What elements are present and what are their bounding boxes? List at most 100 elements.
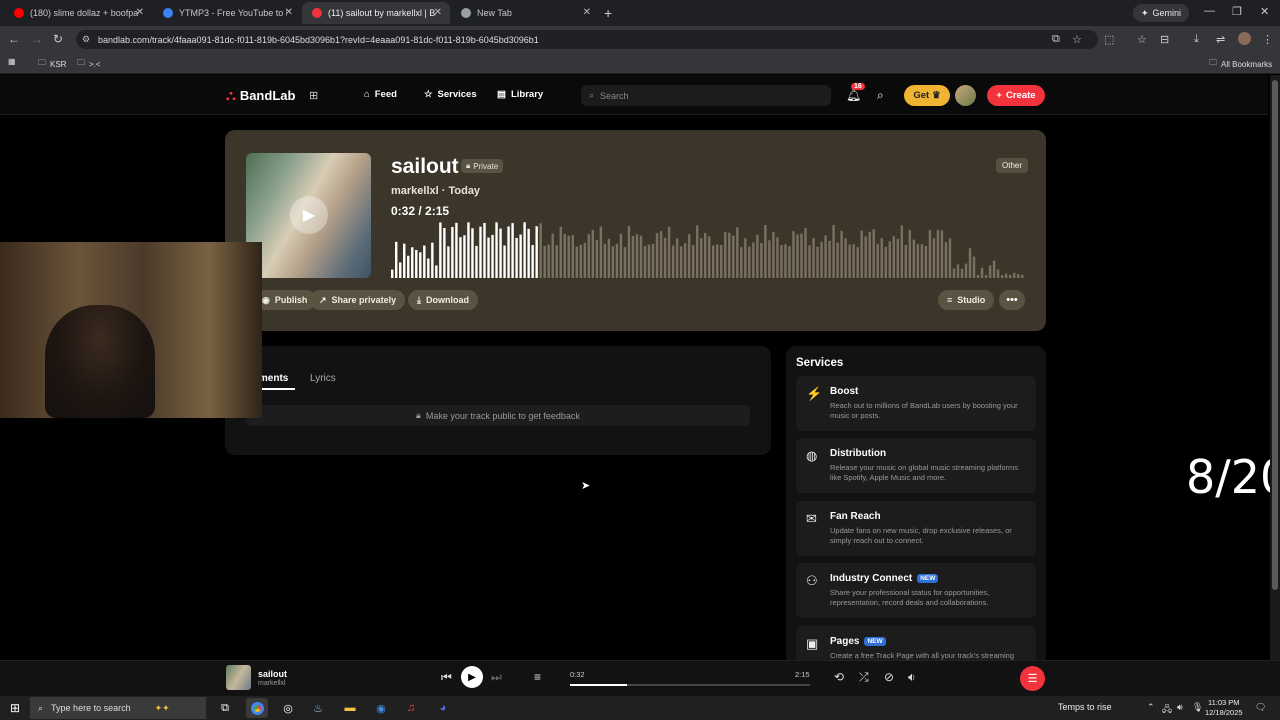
apps-grid-icon[interactable]: ▦ [8, 57, 16, 66]
network-icon[interactable]: 🖧︎ [1162, 702, 1172, 718]
previous-icon[interactable]: ⏮ [441, 670, 452, 685]
player-artist[interactable]: markellxl [258, 680, 286, 687]
microphone-icon[interactable]: 🎙︎ [1192, 702, 1203, 713]
browser-tab-active[interactable]: (11) sailout by markellxl | Band ✕ [302, 2, 450, 24]
user-avatar[interactable] [955, 85, 976, 106]
publish-button[interactable]: ◉ Publish [253, 290, 317, 310]
queue-list-icon[interactable]: ≡ [534, 670, 541, 684]
close-window-icon[interactable]: ✕ [1260, 5, 1269, 18]
notification-bell-icon[interactable]: 🔔︎ [846, 88, 861, 102]
speaker-icon[interactable]: 🔊︎ [1177, 702, 1183, 713]
download-icon[interactable]: ⤓ [1194, 33, 1199, 46]
service-card-fan-reach[interactable]: ✉ Fan Reach Update fans on new music, dr… [796, 501, 1036, 556]
bookmark-star-icon[interactable]: ☆ [1072, 33, 1082, 46]
browser-tab[interactable]: YTMP3 - Free YouTube to MP3 ✕ [153, 2, 301, 24]
apps-grid-icon[interactable]: ⊞ [309, 89, 318, 102]
service-card-pages[interactable]: ▣ Pages NEW Create a free Track Page wit… [796, 626, 1036, 660]
bookmark-label: >.< [89, 59, 101, 69]
chrome-taskbar-icon[interactable] [246, 698, 268, 718]
volume-icon[interactable]: 🔉︎ [908, 670, 916, 685]
track-title: sailout [391, 155, 459, 178]
waveform-bar [816, 246, 819, 278]
windows-start-icon[interactable]: ⊞ [10, 701, 20, 715]
back-icon[interactable]: ← [8, 32, 20, 46]
service-title: Distribution [830, 448, 887, 459]
close-icon[interactable]: ✕ [285, 7, 293, 18]
address-bar[interactable]: bandlab.com/track/4faaa091-81dc-f011-819… [76, 30, 1098, 49]
tab-lyrics[interactable]: Lyrics [310, 373, 336, 384]
weather-widget[interactable]: Temps to rise [1058, 702, 1112, 712]
get-membership-button[interactable]: Get ♛ [904, 85, 950, 106]
play-button[interactable]: ▶ [461, 666, 483, 688]
nav-feed[interactable]: ⌂ Feed [364, 89, 397, 100]
service-card-boost[interactable]: ⚡ Boost Reach out to millions of BandLab… [796, 376, 1036, 431]
site-info-icon[interactable]: ⚙ [82, 34, 90, 45]
profile-avatar[interactable] [1238, 32, 1251, 45]
taskbar-clock[interactable]: 11:03 PM 12/18/2025 [1205, 698, 1243, 718]
play-icon[interactable]: ▶ [290, 196, 328, 234]
extensions-icon[interactable]: ⬚ [1104, 33, 1114, 46]
search-icon[interactable]: ⌕ [877, 88, 884, 103]
service-card-industry-connect[interactable]: ⚇ Industry Connect NEW Share your profes… [796, 563, 1036, 618]
nav-library[interactable]: ▤ Library [497, 89, 543, 100]
waveform-bar [740, 247, 743, 278]
download-button[interactable]: ⤓ Download [408, 290, 478, 310]
sparkle-icon: ✦ [1141, 7, 1149, 18]
player-cover-art[interactable] [226, 665, 251, 690]
waveform[interactable] [391, 222, 1025, 278]
bookmarks-icon[interactable]: ☆ [1137, 33, 1147, 46]
menu-list-icon[interactable]: ☰ [1020, 666, 1045, 691]
translate-icon[interactable]: ⇌ [1216, 33, 1225, 46]
mute-icon[interactable]: ⊘ [884, 670, 894, 684]
taskbar-search[interactable]: ⌕ Type here to search ✦✦ [30, 697, 206, 719]
file-explorer-icon[interactable]: ▬ [339, 698, 361, 718]
task-view-icon[interactable]: ⧉ [214, 698, 236, 718]
genre-badge[interactable]: Other [996, 158, 1029, 173]
waveform-bar [960, 268, 964, 278]
tab-search-icon[interactable]: ⊟ [1160, 33, 1169, 46]
browser-tab[interactable]: (180) slime dollaz + boofpaxkmo ✕ [4, 2, 152, 24]
chrome-icon [461, 8, 471, 18]
shuffle-icon[interactable]: ⤮ [859, 670, 869, 685]
steam-icon[interactable]: ♨ [307, 698, 329, 718]
bookmark-folder[interactable]: 🗀 KSR [38, 57, 66, 71]
maximize-icon[interactable]: ❐ [1232, 5, 1242, 18]
close-icon[interactable]: ✕ [583, 7, 591, 18]
nav-services[interactable]: ☆ Services [424, 89, 477, 100]
tray-chevron-icon[interactable]: ⌃ [1147, 702, 1155, 713]
obs-icon[interactable]: ◎ [277, 698, 299, 718]
close-icon[interactable]: ✕ [434, 7, 442, 18]
bandlab-logo[interactable]: ⛬ BandLab [226, 87, 295, 104]
next-icon[interactable]: ⏭ [491, 670, 502, 685]
repeat-icon[interactable]: ⟲ [834, 670, 844, 684]
create-button[interactable]: + Create [987, 85, 1045, 106]
forward-icon[interactable]: → [31, 32, 43, 46]
artist-line[interactable]: markellxl · Today [391, 185, 480, 197]
gemini-button[interactable]: ✦ Gemini [1133, 4, 1190, 22]
more-options-icon[interactable]: ••• [999, 290, 1025, 310]
search-icon: ⌕ [38, 702, 44, 713]
bookmark-folder[interactable]: 🗀 >.< [77, 57, 101, 71]
player-track-title[interactable]: sailout [258, 669, 287, 679]
waveform-bar-played [535, 226, 538, 278]
app-icon[interactable]: ◉ [370, 698, 392, 718]
browser-tab[interactable]: New Tab ✕ [451, 2, 599, 24]
menu-icon[interactable]: ⋮ [1262, 33, 1273, 46]
scrollbar-thumb[interactable] [1272, 80, 1278, 590]
share-privately-button[interactable]: ↗ Share privately [310, 290, 406, 310]
install-icon[interactable]: ⧉ [1052, 33, 1060, 46]
waveform-bar-played [523, 222, 526, 278]
notifications-icon[interactable]: 🗨︎ [1255, 702, 1266, 713]
reload-icon[interactable]: ↻ [53, 32, 63, 46]
all-bookmarks[interactable]: 🗀 All Bookmarks [1209, 57, 1272, 71]
service-card-distribution[interactable]: ◍ Distribution Release your music on glo… [796, 438, 1036, 493]
bookmark-label: KSR [50, 59, 67, 69]
studio-button[interactable]: ≡ Studio [938, 290, 995, 310]
discord-icon[interactable]: ◕ [432, 698, 454, 718]
search-input[interactable]: ⌕ Search [581, 85, 831, 106]
new-tab-icon[interactable]: + [604, 5, 612, 21]
minimize-icon[interactable]: — [1204, 5, 1215, 17]
waveform-bar [800, 233, 803, 278]
close-icon[interactable]: ✕ [136, 7, 144, 18]
music-app-icon[interactable]: ♫ [400, 698, 422, 718]
